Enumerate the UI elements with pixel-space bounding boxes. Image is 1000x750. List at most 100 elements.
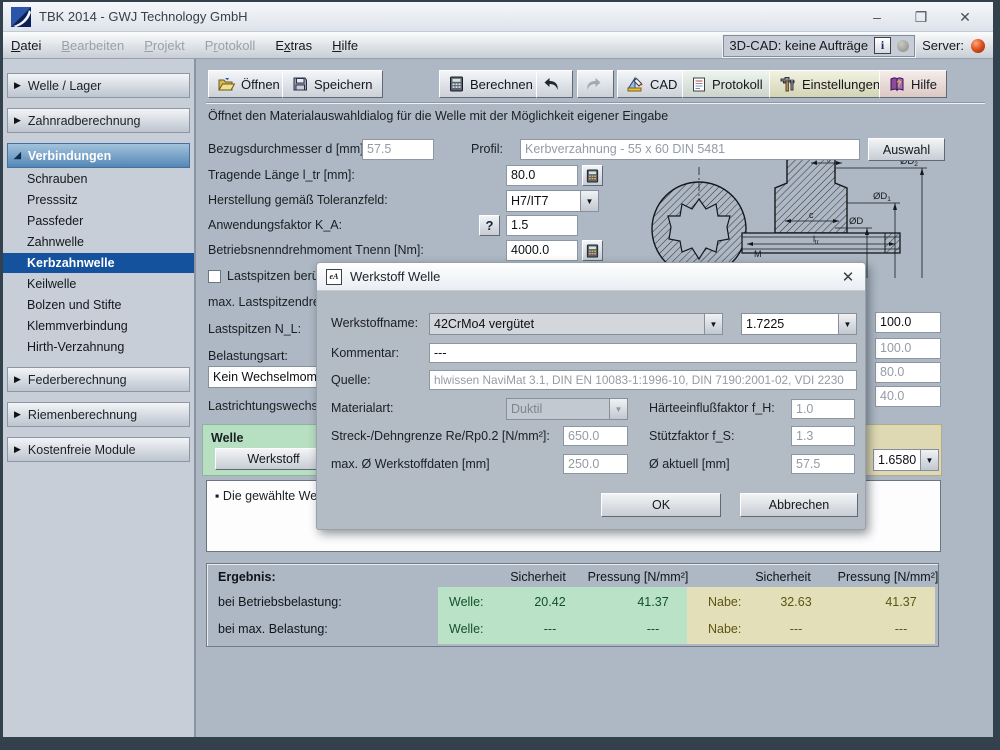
app-factor-field[interactable]: 1.5 bbox=[506, 215, 578, 236]
tolerance-label: Herstellung gemäß Toleranzfeld: bbox=[208, 193, 388, 207]
ref-diameter-field: 57.5 bbox=[362, 139, 434, 160]
results-row2-welle-pressure: --- bbox=[646, 622, 660, 636]
settings-button[interactable]: Einstellungen bbox=[769, 70, 891, 98]
results-row2-nabe-pressure: --- bbox=[894, 622, 908, 636]
server-status-icon bbox=[971, 38, 985, 53]
sidebar-section-verbindungen[interactable]: ◢ Verbindungen bbox=[7, 143, 190, 168]
material-type-label: Materialart: bbox=[331, 401, 394, 415]
settings-tools-icon bbox=[780, 77, 795, 92]
help-button[interactable]: ? Hilfe bbox=[879, 70, 948, 98]
save-button[interactable]: Speichern bbox=[282, 70, 383, 98]
svg-text:?: ? bbox=[897, 80, 902, 89]
material-name-label: Werkstoffname: bbox=[331, 316, 419, 330]
window-title: TBK 2014 - GWJ Technology GmbH bbox=[39, 9, 248, 24]
current-diameter-field: 57.5 bbox=[791, 454, 855, 474]
sidebar-section-zahnradberechnung[interactable]: ▶ Zahnradberechnung bbox=[7, 108, 190, 133]
results-row1-welle-label: Welle: bbox=[449, 595, 484, 609]
protocol-button[interactable]: Protokoll bbox=[682, 70, 773, 98]
open-folder-icon bbox=[218, 77, 235, 90]
sidebar-item-presssitz[interactable]: Presssitz bbox=[3, 190, 194, 210]
load-peaks-checkbox[interactable] bbox=[208, 270, 221, 283]
chevron-down-icon: ▼ bbox=[838, 314, 856, 334]
results-row1-welle-pressure: 41.37 bbox=[637, 595, 669, 609]
comment-label: Kommentar: bbox=[331, 346, 400, 360]
title-bar: TBK 2014 - GWJ Technology GmbH – ❒ ✕ bbox=[3, 2, 993, 32]
sidebar-item-schrauben[interactable]: Schrauben bbox=[3, 169, 194, 189]
info-button[interactable]: i bbox=[874, 37, 892, 54]
close-button[interactable]: ✕ bbox=[943, 2, 987, 32]
hardness-factor-label: Härteeinflußfaktor f_H: bbox=[649, 401, 775, 415]
ok-button[interactable]: OK bbox=[601, 493, 721, 517]
source-label: Quelle: bbox=[331, 373, 371, 387]
nabe-material-number-combo[interactable]: 1.6580 ▼ bbox=[873, 449, 939, 471]
max-peak-torque-label: max. Lastspitzendreh bbox=[208, 295, 327, 309]
redo-button[interactable] bbox=[577, 70, 614, 98]
menu-protokoll: Protokoll bbox=[204, 37, 256, 53]
results-row2-welle-label: Welle: bbox=[449, 622, 484, 636]
results-col-safety-welle: Sicherheit bbox=[510, 570, 566, 584]
torque-field[interactable]: 4000.0 bbox=[506, 240, 578, 261]
menu-datei[interactable]: Datei bbox=[11, 38, 41, 53]
welle-section-header: Welle bbox=[211, 431, 244, 445]
material-number-combo[interactable]: 1.7225 ▼ bbox=[741, 313, 857, 335]
dialog-title-bar: eA Werkstoff Welle ✕ bbox=[317, 263, 865, 291]
calculator-icon bbox=[450, 76, 463, 92]
calculator-icon bbox=[586, 244, 599, 257]
sidebar-item-bolzen-und-stifte[interactable]: Bolzen und Stifte bbox=[3, 295, 194, 315]
results-row2-welle-safety: --- bbox=[543, 622, 557, 636]
undo-arrow-icon bbox=[544, 78, 558, 90]
sidebar-item-passfeder[interactable]: Passfeder bbox=[3, 211, 194, 231]
results-header: Ergebnis: bbox=[218, 570, 276, 584]
open-button[interactable]: Öffnen bbox=[208, 70, 290, 98]
cad-status-text: 3D-CAD: keine Aufträge bbox=[729, 38, 869, 53]
dialog-title: Werkstoff Welle bbox=[350, 269, 441, 284]
sidebar-item-klemmverbindung[interactable]: Klemmverbindung bbox=[3, 316, 194, 336]
comment-field[interactable]: --- bbox=[429, 343, 857, 363]
maximize-button[interactable]: ❒ bbox=[899, 2, 943, 32]
sidebar-item-zahnwelle[interactable]: Zahnwelle bbox=[3, 232, 194, 252]
chevron-right-icon: ▶ bbox=[14, 115, 21, 125]
results-row2-label: bei max. Belastung: bbox=[218, 622, 328, 636]
dialog-close-button[interactable]: ✕ bbox=[839, 268, 857, 286]
app-factor-help-button[interactable]: ? bbox=[479, 215, 500, 236]
results-col-pressure-nabe: Pressung [N/mm²] bbox=[837, 570, 939, 584]
cad-status-indicator-icon bbox=[897, 39, 910, 52]
results-row1-label: bei Betriebsbelastung: bbox=[218, 595, 342, 609]
profile-field: Kerbverzahnung - 55 x 60 DIN 5481 bbox=[520, 139, 860, 160]
sidebar-section-welle-lager[interactable]: ▶ Welle / Lager bbox=[7, 73, 190, 98]
results-row1-nabe-label: Nabe: bbox=[708, 595, 742, 609]
undo-button[interactable] bbox=[536, 70, 573, 98]
menu-hilfe[interactable]: Hilfe bbox=[332, 38, 358, 53]
profile-label: Profil: bbox=[471, 142, 503, 156]
application-window: TBK 2014 - GWJ Technology GmbH – ❒ ✕ Dat… bbox=[0, 0, 1000, 750]
chevron-right-icon: ▶ bbox=[14, 409, 21, 419]
length-calc-button[interactable] bbox=[582, 165, 603, 186]
sidebar-section-federberechnung[interactable]: ▶ Federberechnung bbox=[7, 367, 190, 392]
tolerance-combo[interactable]: H7/IT7 ▼ bbox=[506, 190, 599, 212]
sidebar-item-keilwelle[interactable]: Keilwelle bbox=[3, 274, 194, 294]
sidebar-item-kerbzahnwelle[interactable]: Kerbzahnwelle bbox=[3, 253, 194, 273]
sidebar-section-kostenfreie-module[interactable]: ▶ Kostenfreie Module bbox=[7, 437, 190, 462]
right-field-4: 40.0 bbox=[875, 386, 941, 407]
results-row2-nabe-label: Nabe: bbox=[708, 622, 742, 636]
sidebar-item-hirth-verzahnung[interactable]: Hirth-Verzahnung bbox=[3, 337, 194, 357]
minimize-button[interactable]: – bbox=[855, 2, 899, 32]
menu-extras[interactable]: Extras bbox=[275, 38, 312, 53]
right-field-1[interactable]: 100.0 bbox=[875, 312, 941, 333]
length-field[interactable]: 80.0 bbox=[506, 165, 578, 186]
length-label: Tragende Länge l_tr [mm]: bbox=[208, 168, 355, 182]
save-floppy-icon bbox=[293, 77, 307, 91]
cancel-button[interactable]: Abbrechen bbox=[740, 493, 858, 517]
cad-status-box: 3D-CAD: keine Aufträge i bbox=[723, 34, 916, 57]
calculate-button[interactable]: Berechnen bbox=[439, 70, 543, 98]
right-field-2: 100.0 bbox=[875, 338, 941, 359]
torque-calc-button[interactable] bbox=[582, 240, 603, 261]
redo-arrow-icon bbox=[587, 78, 601, 90]
werkstoff-button[interactable]: Werkstoff bbox=[215, 448, 332, 470]
toolbar-separator bbox=[206, 102, 985, 104]
profile-select-button[interactable]: Auswahl bbox=[868, 138, 945, 161]
cad-button[interactable]: CAD bbox=[617, 70, 688, 98]
sidebar-section-riemenberechnung[interactable]: ▶ Riemenberechnung bbox=[7, 402, 190, 427]
material-name-combo[interactable]: 42CrMo4 vergütet ▼ bbox=[429, 313, 723, 335]
load-peaks-label: Lastspitzen berüc bbox=[227, 269, 325, 283]
